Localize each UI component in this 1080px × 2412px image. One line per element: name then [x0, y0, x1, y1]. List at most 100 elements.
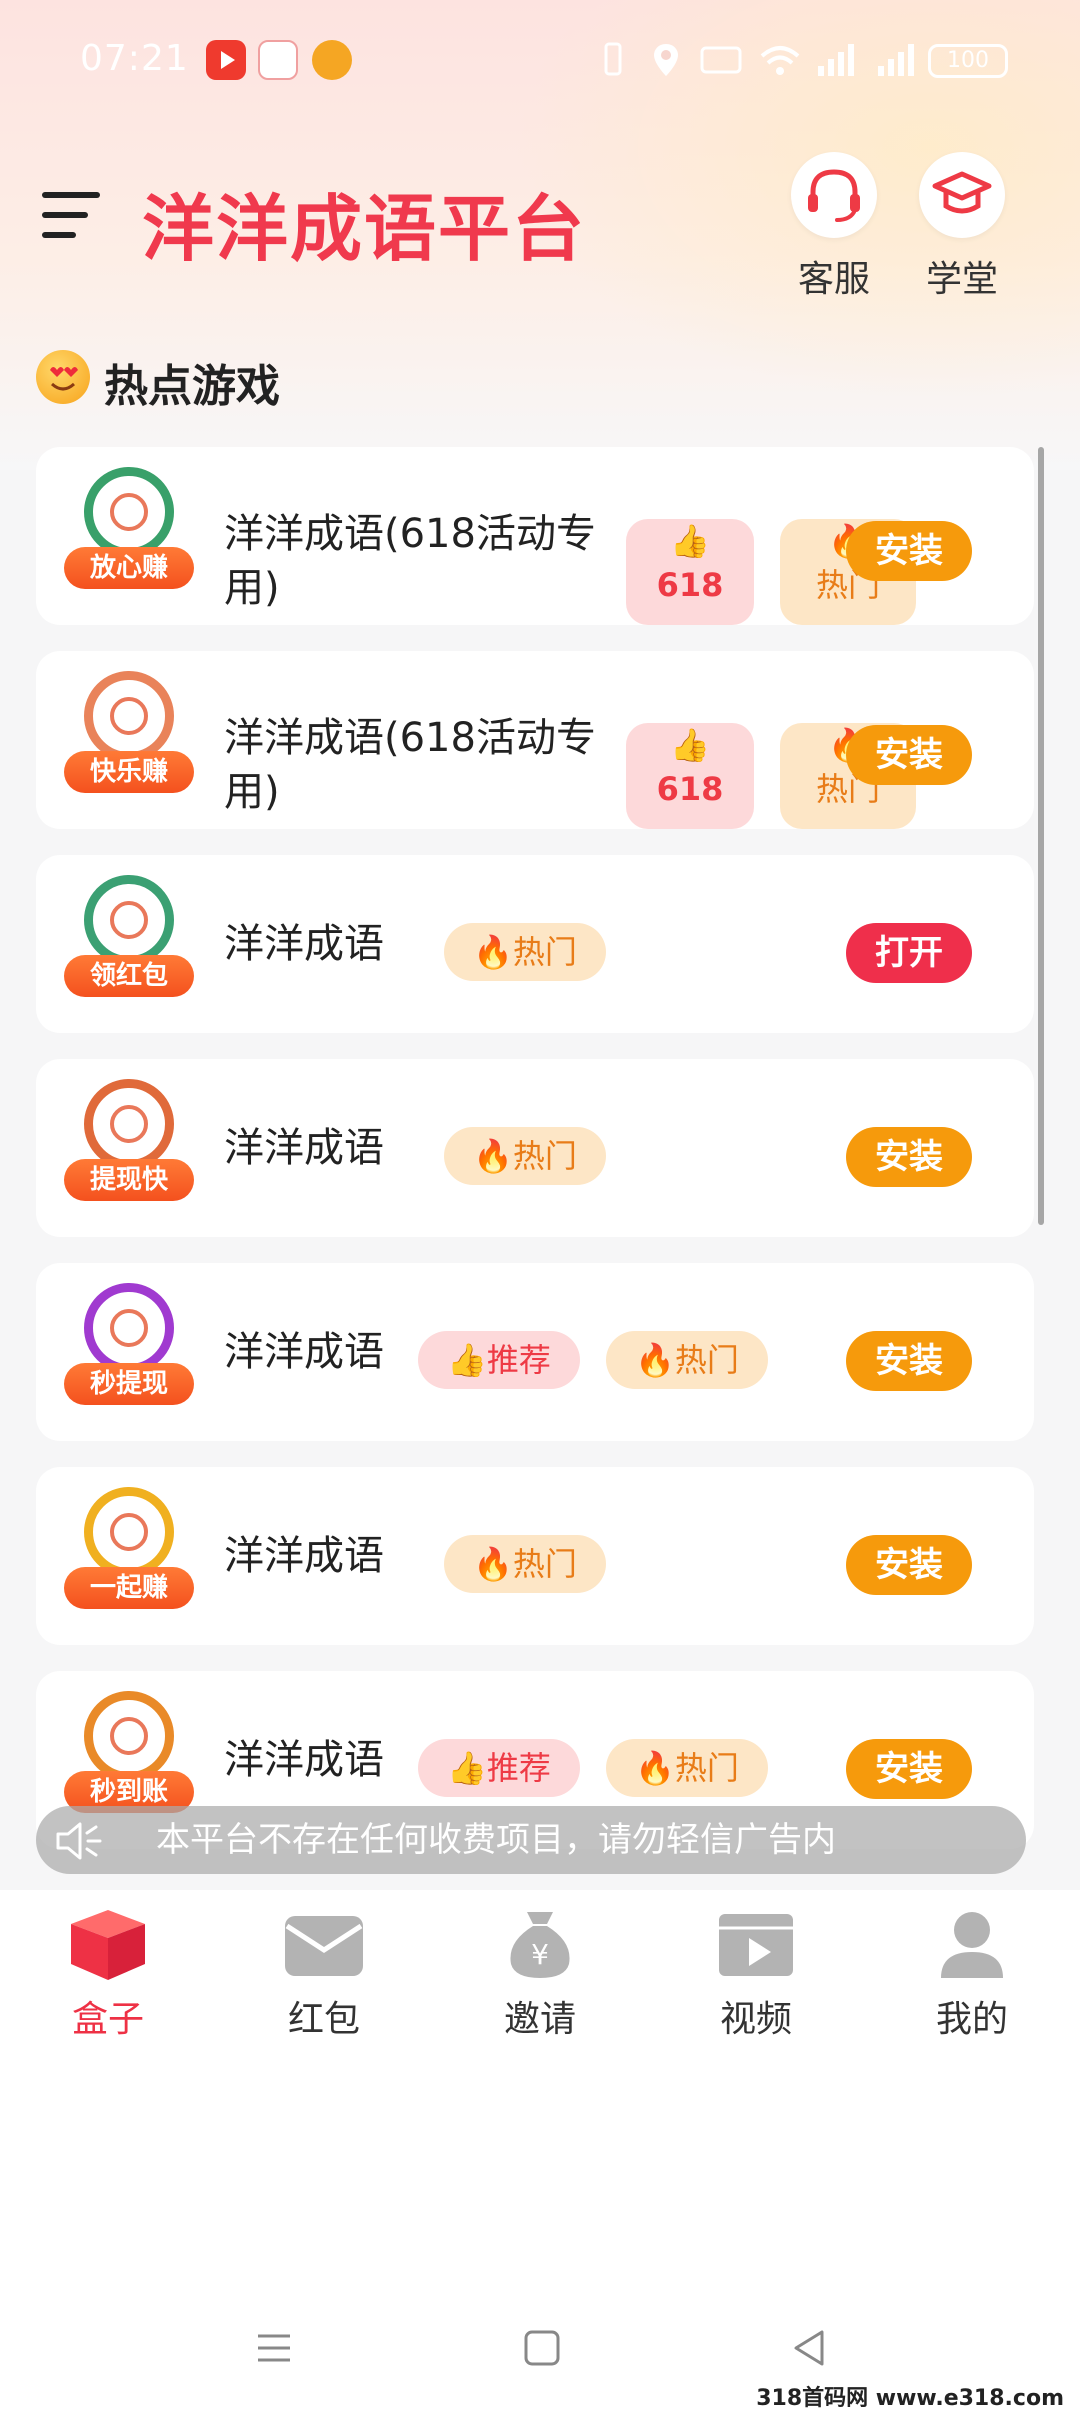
game-logo: 提现快 [64, 1079, 194, 1209]
location-icon [650, 40, 682, 80]
game-logo: 一起赚 [64, 1487, 194, 1617]
menu-lines-icon [258, 2334, 290, 2362]
thumbs-up-icon: 👍 [670, 522, 710, 560]
game-card[interactable]: 提现快 洋洋成语 🔥热门 安装 [36, 1059, 1034, 1237]
game-logo: 秒提现 [64, 1283, 194, 1413]
install-button[interactable]: 安装 [846, 725, 972, 785]
game-name: 洋洋成语 [224, 1533, 384, 1579]
install-button[interactable]: 安装 [846, 1127, 972, 1187]
battery-icon: 100 [928, 44, 1008, 78]
tab-red-packet[interactable]: 红包 [234, 1906, 414, 2042]
game-card[interactable]: 秒提现 洋洋成语 👍推荐 🔥热门 安装 [36, 1263, 1034, 1441]
status-bar: 07:21 100 [0, 0, 1080, 120]
game-logo: 秒到账 [64, 1691, 194, 1821]
open-button[interactable]: 打开 [846, 923, 972, 983]
game-name: 洋洋成语 [224, 921, 384, 967]
menu-icon[interactable] [42, 192, 102, 242]
hd-icon [700, 40, 742, 80]
tag-618: 👍 618 [626, 519, 754, 625]
heart-eyes-emoji-icon [36, 350, 90, 404]
game-name: 洋洋成语 [224, 1125, 384, 1171]
game-name: 洋洋成语 [224, 1737, 384, 1783]
fire-icon: 🔥 [473, 933, 513, 971]
game-name: 洋洋成语(618活动专用) [224, 511, 596, 611]
game-badge: 一起赚 [64, 1567, 194, 1609]
game-card[interactable]: 放心赚 洋洋成语(618活动专用) 👍 618 🔥 热门 安装 [36, 447, 1034, 625]
user-icon [929, 1906, 1015, 1982]
tab-label: 红包 [287, 1999, 360, 2040]
tag-618: 👍 618 [626, 723, 754, 829]
game-logo: 领红包 [64, 875, 194, 1005]
install-button[interactable]: 安装 [846, 1739, 972, 1799]
game-name: 洋洋成语 [224, 1329, 384, 1375]
tab-label: 视频 [719, 1999, 792, 2040]
game-badge: 秒提现 [64, 1363, 194, 1405]
tag-hot: 🔥热门 [444, 1535, 606, 1593]
gift-app-icon [258, 40, 298, 80]
headset-icon [808, 169, 860, 222]
signal-icon [874, 40, 918, 80]
school-button[interactable]: 学堂 [912, 152, 1012, 302]
fire-icon: 🔥 [473, 1545, 513, 1583]
back-triangle-icon [794, 2330, 824, 2366]
square-icon [524, 2330, 560, 2366]
fire-icon: 🔥 [473, 1137, 513, 1175]
game-logo: 放心赚 [64, 467, 194, 597]
game-card[interactable]: 快乐赚 洋洋成语(618活动专用) 👍 618 🔥 热门 安装 [36, 651, 1034, 829]
money-bag-icon: ¥ [497, 1906, 583, 1982]
install-button[interactable]: 安装 [846, 1535, 972, 1595]
install-button[interactable]: 安装 [846, 1331, 972, 1391]
pet-app-icon [312, 40, 352, 80]
recent-apps-button[interactable] [244, 2318, 304, 2378]
tag-recommend: 👍推荐 [418, 1739, 580, 1797]
graduation-cap-icon [932, 171, 992, 214]
home-button[interactable] [512, 2318, 572, 2378]
back-button[interactable] [780, 2318, 840, 2378]
tab-mine[interactable]: 我的 [882, 1906, 1062, 2042]
thumbs-up-icon: 👍 [447, 1341, 487, 1379]
speaker-icon [54, 1818, 104, 1862]
customer-service-label: 客服 [797, 259, 870, 300]
tab-label: 邀请 [503, 1999, 576, 2040]
game-card[interactable]: 一起赚 洋洋成语 🔥热门 安装 [36, 1467, 1034, 1645]
tag-hot: 🔥热门 [444, 923, 606, 981]
watermark: 318首码网 www.e318.com [756, 2386, 1064, 2411]
video-icon [713, 1906, 799, 1982]
game-card[interactable]: 领红包 洋洋成语 🔥热门 打开 [36, 855, 1034, 1033]
envelope-icon [281, 1906, 367, 1982]
thumbs-up-icon: 👍 [670, 726, 710, 764]
tab-video[interactable]: 视频 [666, 1906, 846, 2042]
svg-text:¥: ¥ [531, 1938, 549, 1971]
tab-invite[interactable]: ¥ 邀请 [450, 1906, 630, 2042]
game-badge: 提现快 [64, 1159, 194, 1201]
tab-label: 盒子 [71, 1999, 144, 2040]
game-list[interactable]: 放心赚 洋洋成语(618活动专用) 👍 618 🔥 热门 安装 快乐赚 洋洋成语… [36, 447, 1034, 1875]
tag-recommend: 👍推荐 [418, 1331, 580, 1389]
game-logo: 快乐赚 [64, 671, 194, 801]
game-name: 洋洋成语(618活动专用) [224, 715, 596, 815]
install-button[interactable]: 安装 [846, 521, 972, 581]
wifi-icon [758, 40, 802, 80]
list-scrollbar[interactable] [1038, 447, 1044, 1225]
customer-service-button[interactable]: 客服 [784, 152, 884, 302]
tab-label: 我的 [935, 1999, 1008, 2040]
signal-icon [814, 40, 858, 80]
game-badge: 放心赚 [64, 547, 194, 589]
tag-hot: 🔥热门 [606, 1331, 768, 1389]
page-title: 洋洋成语平台 [142, 187, 587, 271]
tag-hot: 🔥热门 [444, 1127, 606, 1185]
bottom-tab-bar: 盒子 红包 ¥ 邀请 视频 我的 [0, 1890, 1080, 2040]
game-badge: 领红包 [64, 955, 194, 997]
thumbs-up-icon: 👍 [447, 1749, 487, 1787]
game-badge: 快乐赚 [64, 751, 194, 793]
notice-bar: 本平台不存在任何收费项目，请勿轻信广告内 [36, 1806, 1026, 1874]
notice-text: 本平台不存在任何收费项目，请勿轻信广告内 [156, 1820, 836, 1860]
fire-icon: 🔥 [635, 1341, 675, 1379]
vibrate-icon [598, 40, 628, 80]
section-title: 热点游戏 [104, 361, 280, 412]
tab-box[interactable]: 盒子 [18, 1906, 198, 2042]
fire-icon: 🔥 [635, 1749, 675, 1787]
school-label: 学堂 [925, 259, 998, 300]
status-time: 07:21 [80, 38, 189, 79]
box-icon [65, 1906, 151, 1982]
